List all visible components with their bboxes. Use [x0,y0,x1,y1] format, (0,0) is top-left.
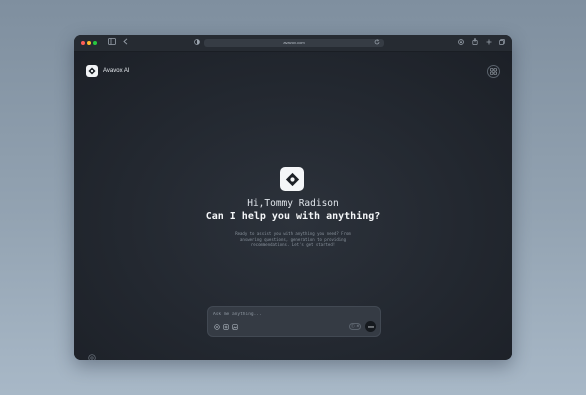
maximize-window-button[interactable] [93,41,97,45]
minimize-window-button[interactable] [87,41,91,45]
headline-question: Can I help you with anything? [205,211,381,222]
grid-icon [490,68,497,75]
download-icon[interactable] [457,38,464,48]
attach-icon[interactable] [222,323,229,330]
app-content: Avavox AI Hi,Tommy Radison Can I help yo… [74,52,512,360]
new-tab-icon[interactable] [485,38,492,48]
brand[interactable]: Avavox AI [86,65,130,77]
address-bar[interactable]: avavox.com [204,39,384,47]
browser-window: avavox.com Avavox AI Hi,Tommy Radison Ca… [74,35,512,360]
close-window-button[interactable] [81,41,85,45]
address-url: avavox.com [283,40,305,45]
reload-icon[interactable] [373,38,380,48]
chat-input[interactable] [213,310,353,319]
share-icon[interactable] [471,38,478,48]
help-icon [87,353,96,360]
brand-logo-icon [86,65,98,77]
browser-toolbar: avavox.com [74,35,512,52]
apps-grid-button[interactable] [487,65,500,78]
intro-description: Ready to assist you with anything you ne… [235,231,351,247]
brand-name: Avavox AI [103,68,130,74]
send-button[interactable] [365,321,376,332]
tabs-overview-icon[interactable] [498,38,505,48]
help-button[interactable] [87,353,96,360]
image-icon[interactable] [231,323,238,330]
more-icon [367,325,374,328]
shield-icon [193,38,200,48]
hero-logo-icon [280,167,304,191]
back-icon[interactable] [122,38,128,48]
model-info-pill[interactable]: ⓘ ⌘ [349,323,361,330]
chat-composer: ⓘ ⌘ [207,306,381,337]
voice-icon[interactable] [213,323,220,330]
greeting: Hi,Tommy Radison [247,198,339,209]
sidebar-toggle-icon[interactable] [107,38,116,48]
